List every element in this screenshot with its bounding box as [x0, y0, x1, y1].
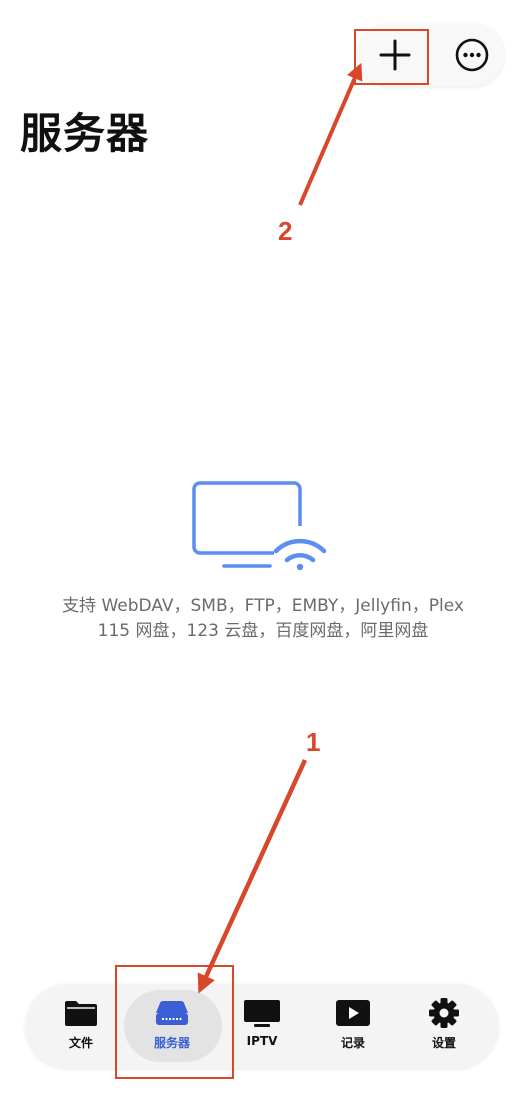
tab-label: IPTV — [246, 1034, 278, 1048]
tab-settings[interactable]: 设置 — [404, 996, 484, 1056]
annotation-label-1: 1 — [306, 727, 321, 757]
supported-cloud-drives-line: 115 网盘，123 云盘，百度网盘，阿里网盘 — [97, 621, 429, 641]
folder-icon — [65, 1001, 97, 1026]
supported-protocols-line: 支持 WebDAV，SMB，FTP，EMBY，Jellyfin，Plex — [62, 596, 464, 616]
page-title: 服务器 — [20, 109, 150, 158]
gear-icon — [429, 998, 459, 1028]
tab-history[interactable]: 记录 — [313, 996, 393, 1056]
arrow-to-servers-tab — [197, 759, 308, 994]
tab-label: 文件 — [68, 1036, 93, 1050]
tab-files[interactable]: 文件 — [41, 996, 121, 1056]
play-icon — [336, 1000, 370, 1026]
tv-icon — [244, 1000, 280, 1027]
tab-iptv[interactable]: IPTV — [222, 996, 302, 1056]
tab-label: 记录 — [340, 1036, 365, 1050]
tv-wifi-icon — [192, 481, 330, 572]
highlight-box-add-button — [354, 29, 429, 85]
supported-services-text: 支持 WebDAV，SMB，FTP，EMBY，Jellyfin，Plex 115… — [40, 594, 486, 644]
annotation-label-2: 2 — [278, 216, 293, 246]
tab-label: 设置 — [431, 1036, 456, 1050]
arrow-to-add-button — [298, 62, 363, 206]
more-options-button[interactable] — [441, 24, 503, 86]
highlight-box-servers-tab — [115, 965, 234, 1079]
ellipsis-circle-icon — [455, 38, 489, 72]
